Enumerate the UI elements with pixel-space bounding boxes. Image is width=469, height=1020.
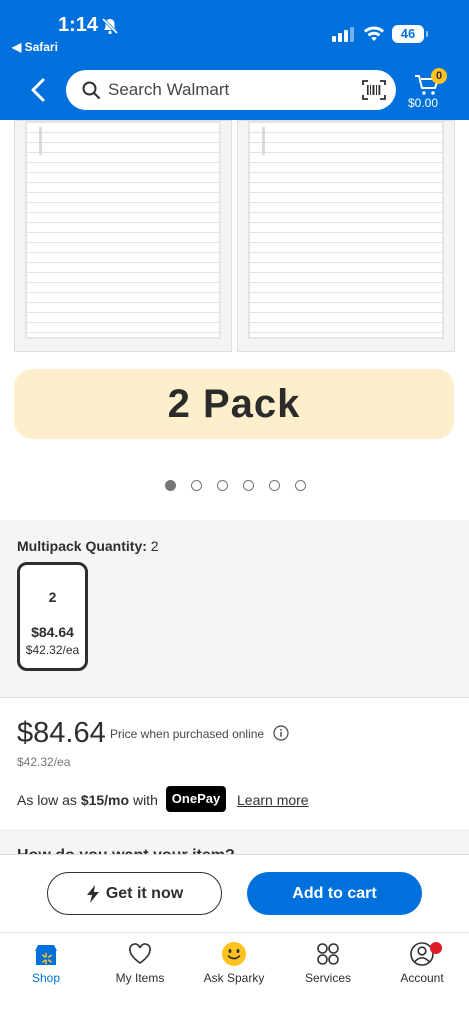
action-bar: Get it now Add to cart	[0, 854, 469, 932]
cart-count-badge: 0	[431, 68, 447, 84]
unit-price: $42.32/ea	[17, 755, 71, 769]
info-icon[interactable]	[273, 725, 289, 741]
multipack-selected-value: 2	[150, 538, 159, 554]
search-input[interactable]	[108, 70, 348, 110]
gallery-pagination[interactable]	[165, 480, 306, 491]
cart-button[interactable]: 0 $0.00	[406, 66, 456, 114]
store-icon	[35, 945, 57, 965]
financing-text: As low as $15/mo with	[17, 792, 158, 808]
tab-my-items[interactable]: My Items	[95, 941, 185, 991]
cart-total: $0.00	[408, 96, 439, 110]
get-it-now-button[interactable]: Get it now	[47, 872, 222, 915]
fulfillment-section: How do you want your item?	[0, 829, 469, 855]
tab-services[interactable]: Services	[283, 941, 373, 991]
option-unit-price: $42.32/ea	[25, 643, 80, 657]
heart-icon	[129, 943, 151, 964]
tab-account-label: Account	[400, 971, 444, 985]
pagination-dot[interactable]	[165, 480, 176, 491]
pagination-dot[interactable]	[191, 480, 202, 491]
sparky-icon	[222, 942, 246, 966]
pagination-dot[interactable]	[269, 480, 280, 491]
product-price: $84.64	[17, 717, 106, 749]
price-note: Price when purchased online	[110, 727, 265, 741]
get-it-now-label: Get it now	[105, 884, 184, 902]
bell-off-icon	[101, 17, 119, 35]
back-to-safari-link[interactable]: ◀ Safari	[12, 40, 58, 54]
top-bar: 1:14 ◀ Safari 46 Search Walmart 0 $0.00	[0, 0, 469, 120]
wifi-icon	[364, 26, 384, 41]
multipack-section: Multipack Quantity: 2 2 $84.64 $42.32/ea	[0, 520, 469, 698]
tab-my-items-label: My Items	[115, 971, 165, 985]
product-image-blind-right	[237, 120, 455, 352]
onepay-logo: OnePay	[166, 786, 226, 812]
pagination-dot[interactable]	[295, 480, 306, 491]
add-to-cart-button[interactable]: Add to cart	[247, 872, 422, 915]
pagination-dot[interactable]	[243, 480, 254, 491]
search-icon	[82, 81, 100, 99]
tab-shop[interactable]: Shop	[1, 941, 91, 991]
search-bar[interactable]	[66, 70, 396, 110]
battery-icon: 46	[392, 25, 428, 43]
option-price: $84.64	[31, 624, 74, 640]
multipack-label: Multipack Quantity: 2	[17, 538, 159, 554]
cellular-signal-icon	[332, 27, 354, 42]
tab-ask-sparky[interactable]: Ask Sparky	[189, 941, 279, 991]
pack-size-banner: 2 Pack	[14, 369, 454, 439]
product-image-blind-left	[14, 120, 232, 352]
status-time: 1:14	[58, 14, 99, 36]
notification-dot	[430, 942, 442, 954]
back-arrow-icon[interactable]	[24, 75, 54, 105]
product-image-gallery[interactable]: 2 Pack	[0, 120, 469, 520]
financing-amount: $15/mo	[80, 792, 130, 808]
learn-more-link[interactable]: Learn more	[237, 792, 309, 808]
option-count: 2	[48, 589, 57, 605]
tab-account[interactable]: Account	[377, 941, 467, 991]
multipack-option-2[interactable]: 2 $84.64 $42.32/ea	[17, 562, 88, 671]
barcode-scanner-icon[interactable]	[362, 79, 386, 101]
services-icon	[317, 943, 339, 965]
tab-services-label: Services	[304, 971, 351, 985]
pagination-dot[interactable]	[217, 480, 228, 491]
bottom-tab-bar: Shop My Items Ask Sparky Services Accoun…	[0, 932, 469, 1020]
tab-shop-label: Shop	[31, 971, 61, 985]
lightning-bolt-icon	[86, 884, 99, 903]
tab-ask-sparky-label: Ask Sparky	[203, 971, 265, 985]
